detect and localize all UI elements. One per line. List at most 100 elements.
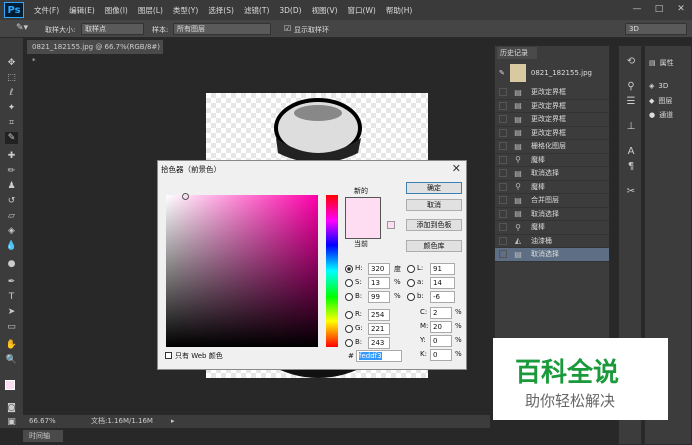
history-checkbox[interactable]	[499, 128, 507, 137]
workspace-select[interactable]: 3D	[625, 23, 687, 35]
history-checkbox[interactable]	[499, 115, 507, 124]
radio-Bl[interactable]	[345, 339, 353, 347]
web-only-checkbox[interactable]	[165, 352, 172, 359]
timeline-tab[interactable]: 时间轴	[23, 430, 63, 442]
eyedropper-icon[interactable]: ✎▾	[16, 23, 28, 33]
radio-B[interactable]	[345, 293, 353, 301]
maximize-button[interactable]: □	[648, 3, 670, 15]
menu-help[interactable]: 帮助(H)	[386, 5, 413, 16]
menu-window[interactable]: 窗口(W)	[348, 5, 376, 16]
quick-mask-icon[interactable]: ◙	[5, 402, 18, 414]
history-item[interactable]: ⚲ 魔棒	[495, 221, 609, 235]
hand-tool-icon[interactable]: ✋	[5, 339, 18, 351]
field-a[interactable]: 14	[430, 277, 455, 289]
ok-button[interactable]: 确定	[406, 182, 462, 194]
clone-source-icon[interactable]: ⊥	[623, 121, 639, 135]
history-item[interactable]: ▤ 取消选择	[495, 167, 609, 181]
dodge-tool-icon[interactable]: ●	[5, 258, 18, 270]
sample-select[interactable]: 所有图层	[173, 23, 271, 35]
radio-a[interactable]	[407, 279, 415, 287]
zoom-tool-icon[interactable]: 🔍	[5, 354, 18, 366]
history-item[interactable]: ▤ 取消选择	[495, 248, 609, 262]
menu-edit[interactable]: 编辑(E)	[69, 5, 95, 16]
history-checkbox[interactable]	[499, 101, 507, 110]
menu-filter[interactable]: 滤镜(T)	[244, 5, 269, 16]
field-Bl[interactable]: 243	[368, 337, 390, 349]
history-item[interactable]: ▤ 更改定界框	[495, 86, 609, 100]
type-tool-icon[interactable]: T	[5, 291, 18, 303]
menu-layer[interactable]: 图层(L)	[138, 5, 163, 16]
show-ring-checkbox[interactable]: ☑	[284, 24, 291, 33]
field-b[interactable]: -6	[430, 291, 455, 303]
minimize-button[interactable]: —	[626, 3, 648, 15]
radio-b[interactable]	[407, 293, 415, 301]
history-checkbox[interactable]	[499, 223, 507, 232]
field-C[interactable]: 2	[430, 307, 452, 319]
menu-file[interactable]: 文件(F)	[34, 5, 59, 16]
crop-tool-icon[interactable]: ⌗	[5, 117, 18, 129]
history-item[interactable]: ▤ 合并图层	[495, 194, 609, 208]
history-checkbox[interactable]	[499, 169, 507, 178]
field-B[interactable]: 99	[368, 291, 390, 303]
history-item[interactable]: ▤ 更改定界框	[495, 127, 609, 140]
zoom-level[interactable]: 66.67%	[29, 415, 56, 428]
history-item[interactable]: ⚲ 魔棒	[495, 181, 609, 194]
field-K[interactable]: 0	[430, 349, 452, 361]
brush-tool-icon[interactable]: ✏	[5, 165, 18, 177]
menu-select[interactable]: 选择(S)	[208, 5, 234, 16]
sample-size-select[interactable]: 取样点	[81, 23, 144, 35]
menu-image[interactable]: 图像(I)	[105, 5, 128, 16]
color-libraries-button[interactable]: 颜色库	[406, 240, 462, 252]
properties-tab[interactable]: ▤ 属性	[649, 58, 674, 68]
tools-preset-icon[interactable]: ✂	[623, 186, 639, 200]
shape-tool-icon[interactable]: ▭	[5, 321, 18, 333]
radio-L[interactable]	[407, 265, 415, 273]
history-item[interactable]: ▤ 取消选择	[495, 208, 609, 221]
close-button[interactable]: ✕	[670, 3, 692, 15]
field-G[interactable]: 221	[368, 323, 390, 335]
blur-tool-icon[interactable]: 💧	[5, 240, 18, 252]
hex-input[interactable]: feddf3	[356, 350, 402, 362]
path-select-icon[interactable]: ➤	[5, 306, 18, 318]
layers-tab[interactable]: ◆ 图层	[649, 96, 672, 106]
brush-presets-icon[interactable]: ⚲	[623, 81, 639, 95]
history-checkbox[interactable]	[499, 88, 507, 97]
move-tool-icon[interactable]: ✥	[5, 57, 18, 69]
screen-mode-icon[interactable]: ▣	[5, 416, 18, 428]
menu-3d[interactable]: 3D(D)	[279, 6, 301, 15]
history-tab[interactable]: 历史记录	[497, 47, 537, 59]
brush-settings-icon[interactable]: ☰	[623, 96, 639, 110]
field-L[interactable]: 91	[430, 263, 455, 275]
history-item[interactable]: ▤ 更改定界框	[495, 100, 609, 113]
radio-R[interactable]	[345, 311, 353, 319]
radio-S[interactable]	[345, 279, 353, 287]
history-item[interactable]: ▤ 更改定界框	[495, 113, 609, 127]
eraser-tool-icon[interactable]: ▱	[5, 210, 18, 222]
paint-bucket-icon[interactable]: ◈	[5, 225, 18, 237]
field-R[interactable]: 254	[368, 309, 390, 321]
marquee-tool-icon[interactable]: ⬚	[5, 72, 18, 84]
history-item[interactable]: ⚲ 魔棒	[495, 154, 609, 167]
history-snapshot[interactable]: ✎ 0821_182155.jpg	[499, 62, 605, 84]
history-panel-icon[interactable]: ⟲	[623, 56, 639, 70]
history-checkbox[interactable]	[499, 182, 507, 191]
color-field[interactable]	[166, 193, 318, 347]
menu-view[interactable]: 视图(V)	[312, 5, 338, 16]
hue-slider[interactable]	[326, 195, 338, 347]
channels-tab[interactable]: ● 通道	[649, 110, 673, 120]
history-checkbox[interactable]	[499, 209, 507, 218]
3d-tab[interactable]: ◈ 3D	[649, 82, 668, 90]
history-checkbox[interactable]	[499, 250, 507, 259]
menu-type[interactable]: 类型(Y)	[173, 5, 198, 16]
lasso-tool-icon[interactable]: ℓ	[5, 87, 18, 99]
add-swatch-button[interactable]: 添加到色板	[406, 219, 462, 231]
field-Y[interactable]: 0	[430, 335, 452, 347]
history-checkbox[interactable]	[499, 142, 507, 151]
eyedropper-tool-icon[interactable]: ✎	[5, 132, 18, 144]
web-safe-swatch[interactable]	[387, 221, 395, 229]
paragraph-icon[interactable]: ¶	[623, 161, 639, 175]
radio-G[interactable]	[345, 325, 353, 333]
status-menu-arrow-icon[interactable]: ▸	[171, 415, 175, 428]
radio-H[interactable]	[345, 265, 353, 273]
field-H[interactable]: 320	[368, 263, 390, 275]
